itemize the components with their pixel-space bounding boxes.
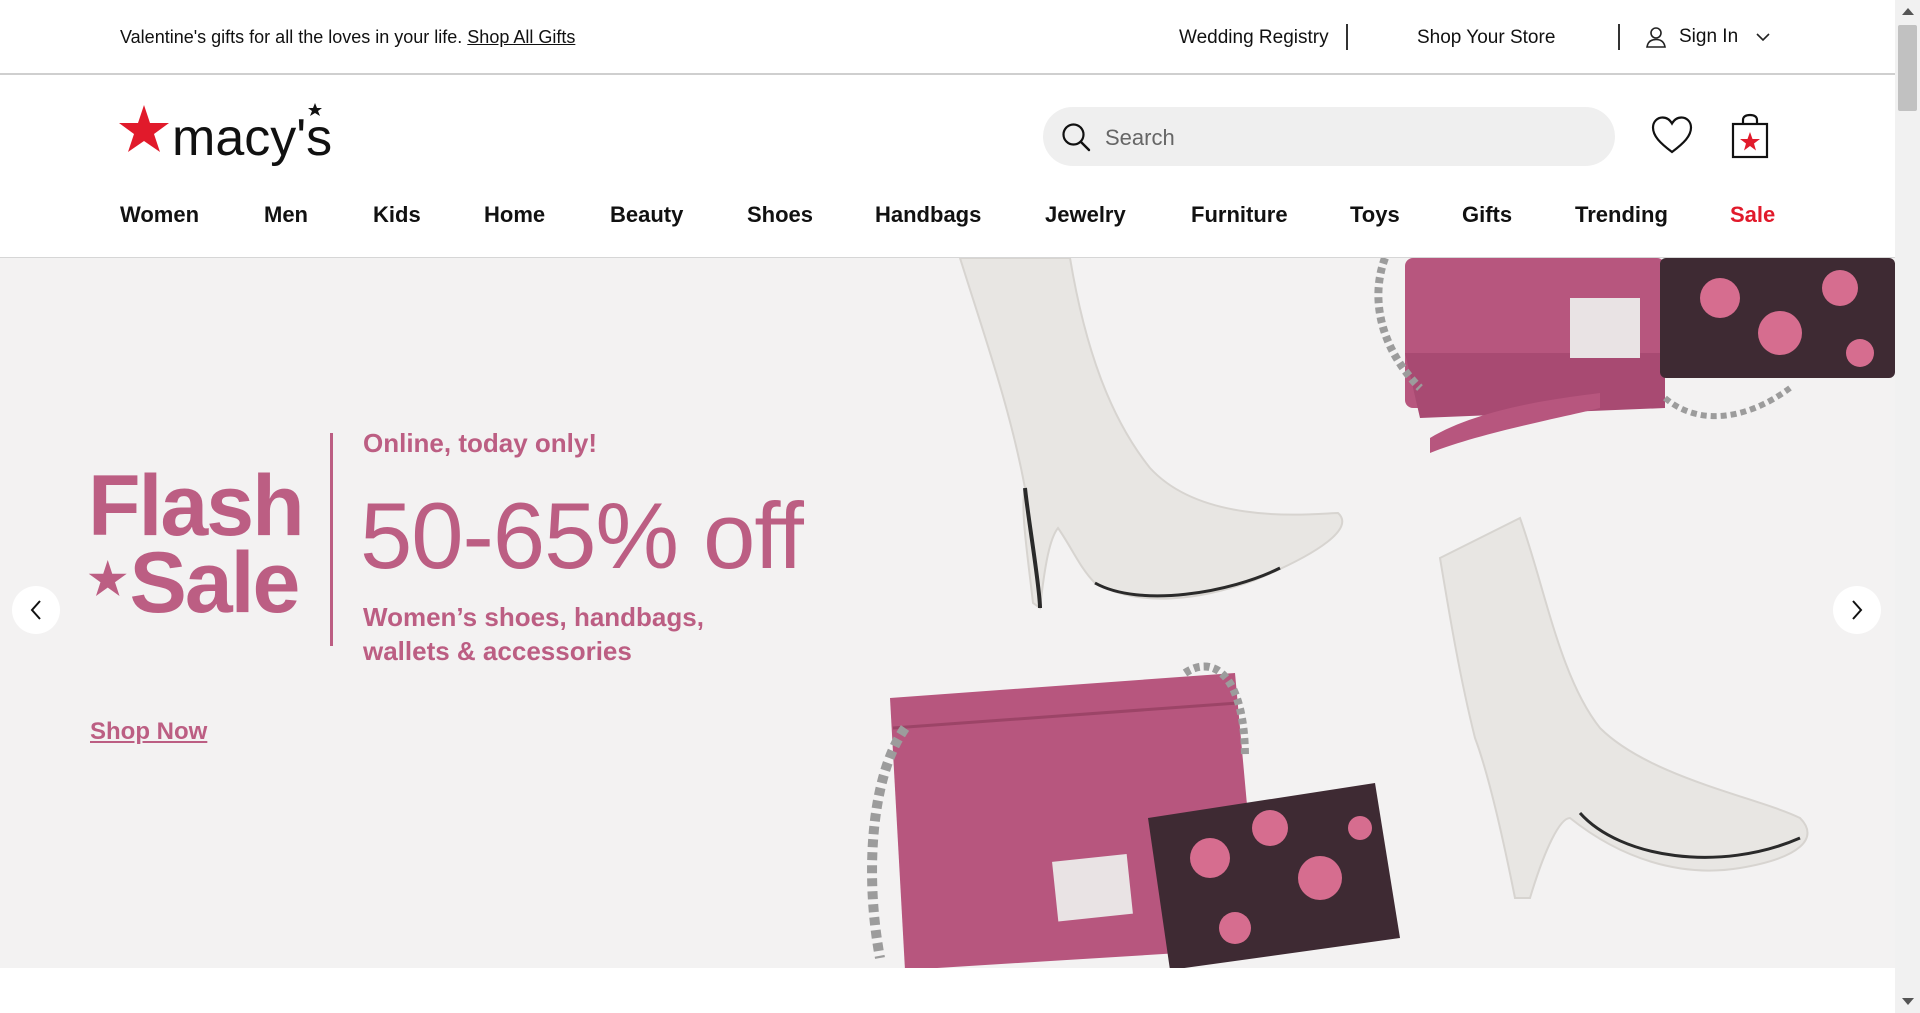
search-input[interactable] [1103,107,1597,168]
nav-item-beauty[interactable]: Beauty [610,202,683,228]
chevron-left-icon [30,600,41,620]
hero-divider [330,433,333,646]
nav-item-sale[interactable]: Sale [1730,202,1775,228]
sign-in-button[interactable]: Sign In [1645,26,1770,48]
hero-discount: 50-65% off [360,483,804,588]
hero-tagline: Online, today only! [363,428,598,458]
shop-all-gifts-link[interactable]: Shop All Gifts [467,27,575,47]
sale-line: Sale [129,535,300,632]
chevron-right-icon [1852,600,1863,620]
hero-description: Women’s shoes, handbags, wallets & acces… [363,602,704,666]
nav-item-jewelry[interactable]: Jewelry [1045,202,1126,228]
svg-text:macy's: macy's [172,109,332,167]
page-scrollbar[interactable] [1895,0,1920,1013]
scroll-down-icon[interactable] [1902,998,1914,1005]
nav-item-home[interactable]: Home [484,202,545,228]
nav-item-men[interactable]: Men [264,202,308,228]
wedding-registry-link[interactable]: Wedding Registry [1179,27,1329,49]
nav-item-handbags[interactable]: Handbags [875,202,981,228]
utility-divider [1346,24,1348,50]
nav-item-trending[interactable]: Trending [1575,202,1668,228]
chevron-down-icon [1756,33,1770,42]
shop-now-link[interactable]: Shop Now [90,718,207,746]
user-icon [1646,27,1666,48]
shopping-bag-icon[interactable] [1731,113,1769,159]
nav-item-furniture[interactable]: Furniture [1191,202,1288,228]
nav-item-women[interactable]: Women [120,202,199,228]
search-icon[interactable] [1061,122,1091,152]
flash-line: Flash [88,458,305,554]
red-star-icon [119,105,169,152]
utility-divider [1618,24,1620,50]
scroll-up-icon[interactable] [1902,8,1914,15]
macys-logo[interactable]: macy's [118,103,338,169]
heart-icon[interactable] [1650,115,1694,155]
search-bar[interactable] [1043,107,1615,168]
nav-item-gifts[interactable]: Gifts [1462,202,1512,228]
hero-banner[interactable]: Flash ★Sale Online, today only! 50-65% o… [0,258,1895,968]
utility-bar: Valentine's gifts for all the loves in y… [0,0,1895,75]
carousel-next-button[interactable] [1833,586,1881,634]
flash-sale-title: Flash ★Sale [88,458,305,627]
carousel-prev-button[interactable] [12,586,60,634]
nav-item-shoes[interactable]: Shoes [747,202,813,228]
macys-homepage: Valentine's gifts for all the loves in y… [0,0,1895,1013]
star-icon: ★ [88,555,127,605]
scroll-thumb[interactable] [1898,25,1917,111]
sign-in-label: Sign In [1679,26,1739,47]
nav-item-kids[interactable]: Kids [373,202,421,228]
nav-item-toys[interactable]: Toys [1350,202,1400,228]
main-nav: Women Men Kids Home Beauty Shoes Handbag… [120,202,1895,232]
shop-your-store-link[interactable]: Shop Your Store [1417,27,1555,49]
hero-text-block: Flash ★Sale Online, today only! 50-65% o… [88,428,868,818]
promo-banner: Valentine's gifts for all the loves in y… [120,27,575,48]
promo-text: Valentine's gifts for all the loves in y… [120,27,463,47]
